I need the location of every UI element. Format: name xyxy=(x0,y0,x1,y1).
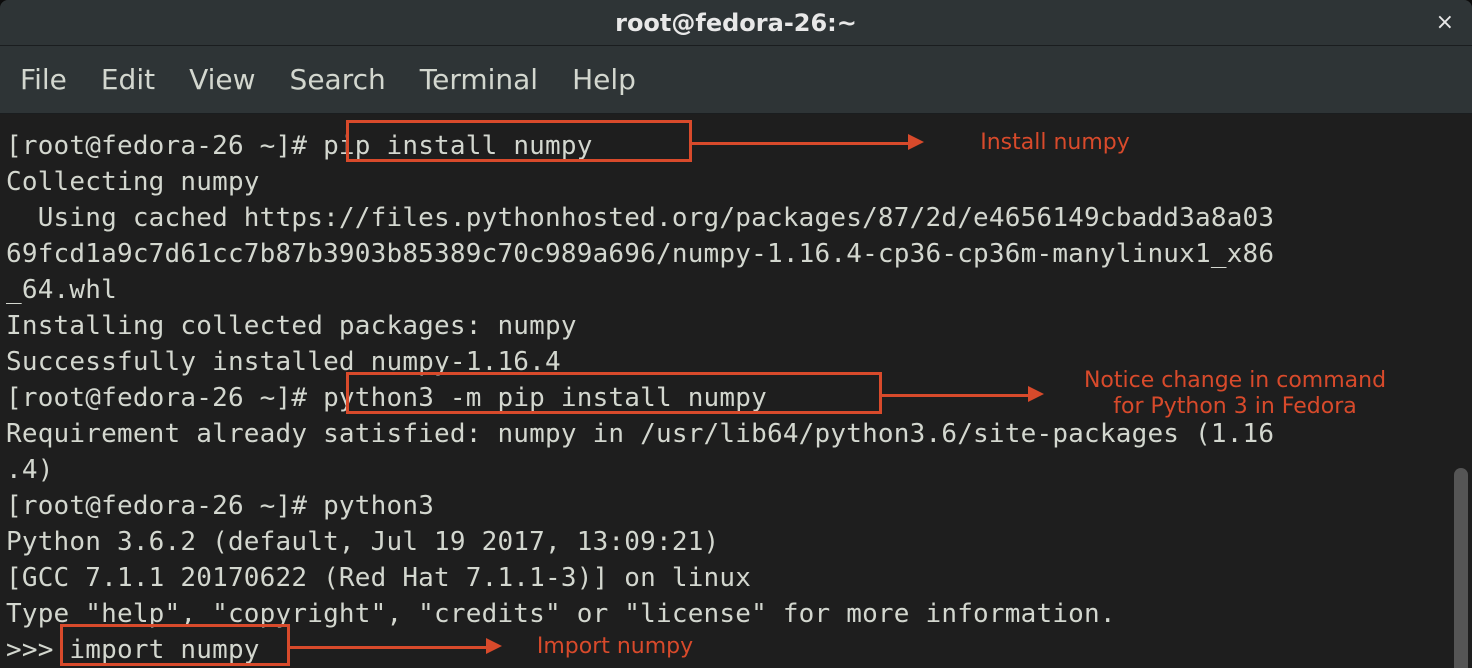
prompt: [root@fedora-26 ~]# xyxy=(6,491,323,521)
output-line: .4) xyxy=(6,455,54,485)
output-line: _64.whl xyxy=(6,275,117,305)
output-line: [GCC 7.1.1 20170622 (Red Hat 7.1.1-3)] o… xyxy=(6,563,751,593)
command-python3: python3 xyxy=(323,491,434,521)
prompt: [root@fedora-26 ~]# xyxy=(6,131,323,161)
titlebar: root@fedora-26:~ × xyxy=(0,0,1472,46)
arrow-head-icon xyxy=(486,638,502,654)
annotation-label-1: Install numpy xyxy=(970,130,1140,156)
terminal-window: root@fedora-26:~ × File Edit View Search… xyxy=(0,0,1472,668)
menu-file[interactable]: File xyxy=(20,63,67,96)
scrollbar-thumb[interactable] xyxy=(1454,468,1468,668)
prompt: [root@fedora-26 ~]# xyxy=(6,383,323,413)
annotation-arrow-3 xyxy=(290,646,490,649)
terminal-area[interactable]: [root@fedora-26 ~]# pip install numpy Co… xyxy=(0,114,1472,668)
arrow-head-icon xyxy=(908,134,924,150)
annotation-highlight-2 xyxy=(346,372,882,414)
annotation-label-3: Import numpy xyxy=(530,634,700,660)
menu-terminal[interactable]: Terminal xyxy=(420,63,538,96)
output-line: Python 3.6.2 (default, Jul 19 2017, 13:0… xyxy=(6,527,719,557)
annotation-highlight-3 xyxy=(60,624,290,666)
scrollbar[interactable] xyxy=(1454,118,1468,664)
output-line: 69fcd1a9c7d61cc7b87b3903b85389c70c989a69… xyxy=(6,239,1274,269)
menu-help[interactable]: Help xyxy=(572,63,636,96)
arrow-head-icon xyxy=(1028,386,1044,402)
menu-edit[interactable]: Edit xyxy=(101,63,155,96)
annotation-arrow-1 xyxy=(692,142,912,145)
window-title: root@fedora-26:~ xyxy=(615,9,857,37)
annotation-highlight-1 xyxy=(346,120,692,162)
menu-view[interactable]: View xyxy=(189,63,255,96)
output-line: Installing collected packages: numpy xyxy=(6,311,577,341)
output-line: Requirement already satisfied: numpy in … xyxy=(6,419,1274,449)
menubar: File Edit View Search Terminal Help xyxy=(0,46,1472,114)
menu-search[interactable]: Search xyxy=(290,63,386,96)
output-line: Collecting numpy xyxy=(6,167,260,197)
output-line: Using cached https://files.pythonhosted.… xyxy=(6,203,1274,233)
close-icon[interactable]: × xyxy=(1436,10,1454,35)
annotation-label-2: Notice change in command for Python 3 in… xyxy=(1080,368,1390,420)
annotation-arrow-2 xyxy=(882,394,1032,397)
